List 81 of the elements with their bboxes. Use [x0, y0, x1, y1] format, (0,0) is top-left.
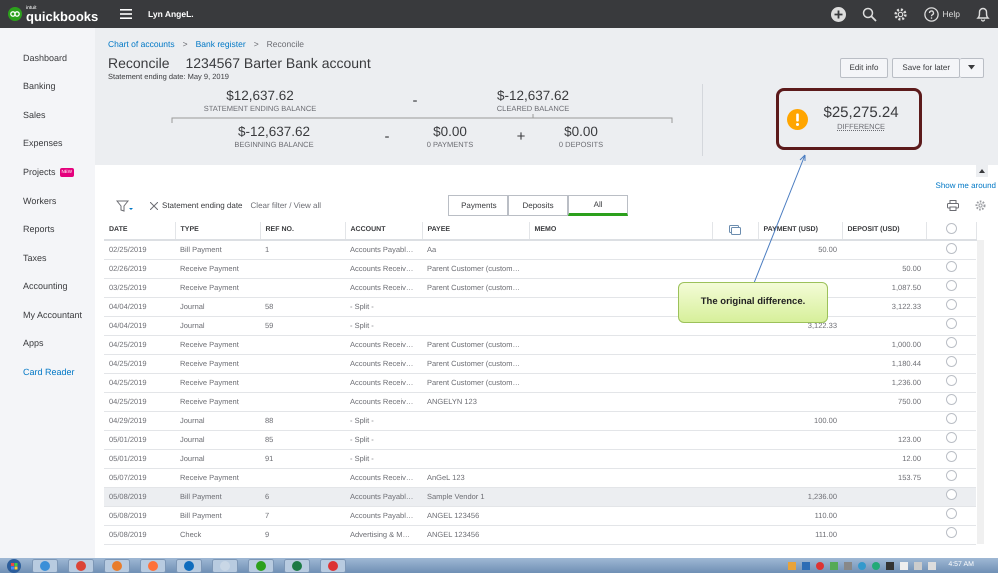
cleared-radio[interactable]	[946, 261, 956, 272]
sidebar-item[interactable]: Card Reader	[23, 366, 75, 380]
select-all-radio[interactable]	[946, 222, 956, 234]
sidebar-item[interactable]: Expenses	[23, 137, 63, 151]
filter-label: Statement ending date	[162, 200, 243, 212]
menu-icon[interactable]	[120, 9, 132, 19]
cleared-radio[interactable]	[946, 508, 956, 520]
sidebar-item[interactable]: Taxes	[23, 252, 47, 266]
statement-ending-balance-amount: $12,637.62	[225, 88, 295, 103]
breadcrumb-link[interactable]: Chart of accounts	[108, 38, 175, 51]
account-name: 1234567 Barter Bank account	[185, 54, 371, 71]
brand-name: quickbooks	[26, 10, 96, 22]
difference-amount: $25,275.24	[824, 104, 899, 120]
sidebar-item[interactable]: Accounting	[23, 280, 68, 294]
search-icon[interactable]	[862, 6, 877, 22]
breadcrumb-separator: >	[254, 38, 259, 51]
taskbar-app-icon[interactable]	[248, 558, 274, 572]
dropdown-button[interactable]	[960, 58, 984, 78]
clear-filter-link[interactable]: Clear filter / View all	[250, 200, 322, 212]
collapse-caret-icon[interactable]	[976, 165, 988, 177]
close-icon[interactable]	[150, 202, 158, 210]
cleared-radio[interactable]	[946, 375, 956, 386]
deposits-amount: $0.00	[563, 124, 599, 140]
cleared-radio[interactable]	[946, 337, 956, 348]
cleared-radio[interactable]	[946, 413, 956, 424]
operator-sign: +	[516, 128, 526, 146]
company-name: Lyn AngeL.	[148, 8, 194, 20]
cleared-radio[interactable]	[946, 318, 956, 330]
copy-icon[interactable]	[729, 224, 741, 235]
taskbar-app-icon[interactable]	[140, 558, 166, 572]
plus-icon[interactable]	[830, 6, 846, 22]
cleared-radio[interactable]	[946, 299, 956, 310]
show-me-around-link[interactable]: Show me around	[936, 180, 996, 192]
cleared-radio[interactable]	[946, 356, 956, 368]
taskbar-app-icon[interactable]	[176, 558, 202, 572]
cleared-radio[interactable]	[946, 527, 956, 538]
taskbar-app-icon[interactable]	[32, 558, 58, 572]
cleared-radio[interactable]	[946, 489, 956, 500]
cleared-radio[interactable]	[946, 394, 956, 406]
sidebar-item[interactable]: My Accountant	[23, 308, 82, 322]
sidebar-item[interactable]: Dashboard	[23, 52, 68, 66]
cleared-radio[interactable]	[946, 432, 956, 444]
caret-icon	[968, 65, 975, 70]
sidebar-item[interactable]: Sales	[23, 108, 46, 122]
help-link[interactable]: Help	[942, 8, 960, 20]
scrollbar[interactable]	[976, 240, 984, 544]
save-for-later-button[interactable]: Save for later	[892, 58, 960, 78]
taskbar-app-icon[interactable]	[320, 558, 346, 572]
sidebar-item[interactable]: Projects	[23, 166, 56, 180]
callout-note: The original difference.	[678, 282, 828, 323]
taskbar-app-icon[interactable]	[68, 558, 94, 572]
beginning-balance-amount: $-12,637.62	[236, 124, 312, 140]
taskbar-app-icon[interactable]	[212, 558, 238, 572]
sidebar-item[interactable]: Reports	[23, 223, 55, 237]
help-icon[interactable]	[924, 6, 939, 22]
start-button-icon[interactable]	[6, 558, 22, 572]
operator-sign: -	[412, 92, 418, 109]
print-icon[interactable]	[947, 200, 959, 211]
cleared-radio[interactable]	[946, 470, 956, 482]
payments-amount: $0.00	[432, 124, 468, 140]
system-tray-icons[interactable]	[788, 560, 938, 570]
logo-icon	[8, 7, 22, 21]
breadcrumb-separator: >	[182, 38, 188, 51]
cleared-balance-amount: $-12,637.62	[496, 88, 570, 103]
cleared-radio[interactable]	[946, 451, 956, 462]
view-tab[interactable]: All	[568, 195, 628, 216]
view-tab[interactable]: Payments	[448, 195, 508, 216]
operator-sign: -	[384, 128, 390, 146]
taskbar-app-icon[interactable]	[284, 558, 310, 572]
sidebar-item[interactable]: Banking	[23, 80, 56, 94]
cleared-radio[interactable]	[946, 280, 956, 292]
view-tab[interactable]: Deposits	[508, 195, 568, 216]
bell-icon[interactable]	[976, 6, 990, 22]
page-title: Reconcile	[108, 54, 170, 71]
breadcrumb-link[interactable]: Bank register	[196, 38, 246, 51]
filter-icon[interactable]	[116, 200, 134, 212]
sidebar-item[interactable]: Apps	[23, 337, 44, 351]
taskbar-app-icon[interactable]	[104, 558, 130, 572]
edit-info-button[interactable]: Edit info	[840, 58, 888, 78]
cleared-radio[interactable]	[946, 242, 956, 254]
sidebar-item[interactable]: Workers	[23, 194, 56, 208]
